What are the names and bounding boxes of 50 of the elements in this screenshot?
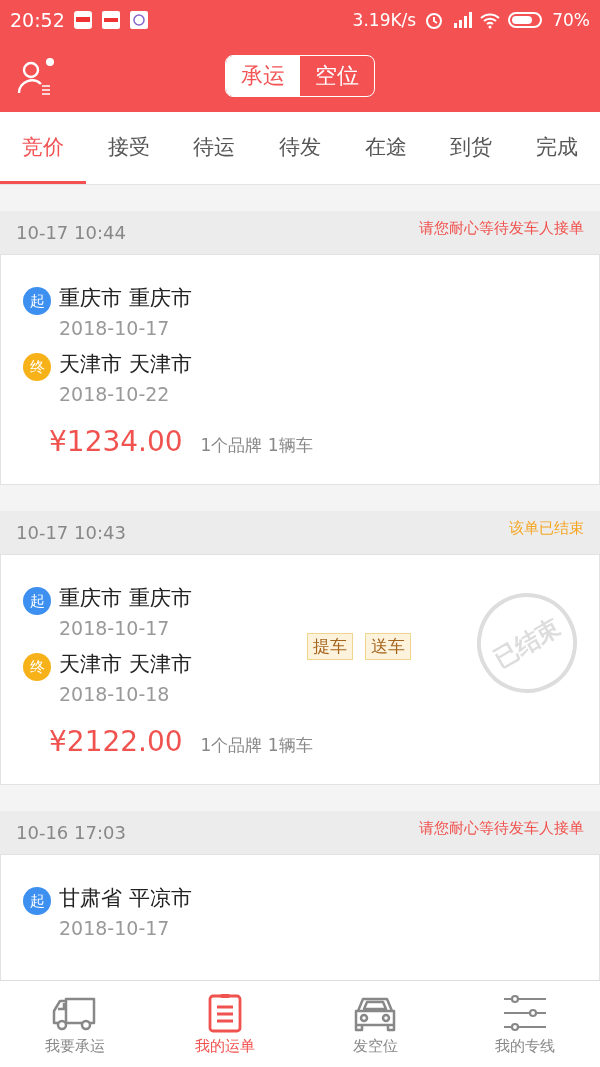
nav-tab[interactable]: 发空位 — [300, 981, 450, 1067]
location-pin-icon: 终 — [23, 353, 51, 381]
notification-icon — [128, 10, 149, 30]
order-card[interactable]: 起 甘肃省 平凉市 2018-10-17 — [0, 854, 600, 980]
order-summary: 1个品牌 1辆车 — [200, 734, 313, 757]
order-status: 该单已结束 — [509, 519, 584, 538]
profile-icon[interactable] — [16, 56, 56, 98]
location-pin-icon: 起 — [23, 887, 51, 915]
location-pin-icon: 终 — [23, 653, 51, 681]
notification-icon — [100, 10, 121, 30]
order-card[interactable]: 起 重庆市 重庆市 2018-10-17 终 天津市 天津市 2018-10-22 ¥1234.00 1个品牌 1辆车 — [0, 254, 600, 485]
service-tag: 提车 — [307, 632, 353, 660]
status-tab[interactable]: 接受 — [85, 112, 172, 184]
wifi-icon — [480, 10, 501, 30]
service-tag: 送车 — [365, 632, 411, 660]
place-name: 甘肃省 平凉市 — [59, 885, 192, 912]
stop-date: 2018-10-22 — [59, 382, 171, 407]
order-status: 请您耐心等待发车人接单 — [419, 219, 584, 238]
place-name: 重庆市 重庆市 — [59, 285, 192, 312]
order-time: 10-17 10:44 — [16, 222, 126, 243]
order-time: 10-17 10:43 — [16, 522, 126, 543]
order-price: ¥2122.00 — [49, 725, 183, 758]
location-pin-icon: 起 — [23, 287, 51, 315]
clock-time: 20:52 — [10, 9, 65, 31]
nav-tab[interactable]: 我的专线 — [450, 981, 600, 1067]
stop-date: 2018-10-17 — [59, 616, 171, 641]
order-time: 10-16 17:03 — [16, 822, 126, 843]
location-pin-icon: 起 — [23, 587, 51, 615]
order-price: ¥1234.00 — [49, 425, 183, 458]
battery-percent: 70% — [552, 10, 590, 30]
nav-tab[interactable]: 我要承运 — [0, 981, 150, 1067]
signal-icon — [452, 10, 473, 30]
order-status: 请您耐心等待发车人接单 — [419, 819, 584, 838]
status-tab[interactable]: 待发 — [257, 112, 343, 184]
stop-date: 2018-10-17 — [59, 316, 171, 341]
order-summary: 1个品牌 1辆车 — [200, 434, 313, 457]
place-name: 天津市 天津市 — [59, 651, 192, 678]
status-tab[interactable]: 完成 — [514, 112, 600, 184]
status-tab[interactable]: 在途 — [342, 112, 429, 184]
stop-date: 2018-10-18 — [59, 682, 171, 707]
stop-date: 2018-10-17 — [59, 916, 171, 941]
notification-icon — [72, 10, 93, 30]
network-speed: 3.19K/s — [352, 10, 417, 30]
status-tab[interactable]: 待运 — [171, 112, 258, 184]
alarm-icon — [424, 10, 445, 30]
place-name: 重庆市 重庆市 — [59, 585, 192, 612]
status-tab[interactable]: 到货 — [428, 112, 515, 184]
nav-tab[interactable]: 我的运单 — [150, 981, 300, 1067]
place-name: 天津市 天津市 — [59, 351, 192, 378]
battery-icon — [508, 11, 545, 29]
